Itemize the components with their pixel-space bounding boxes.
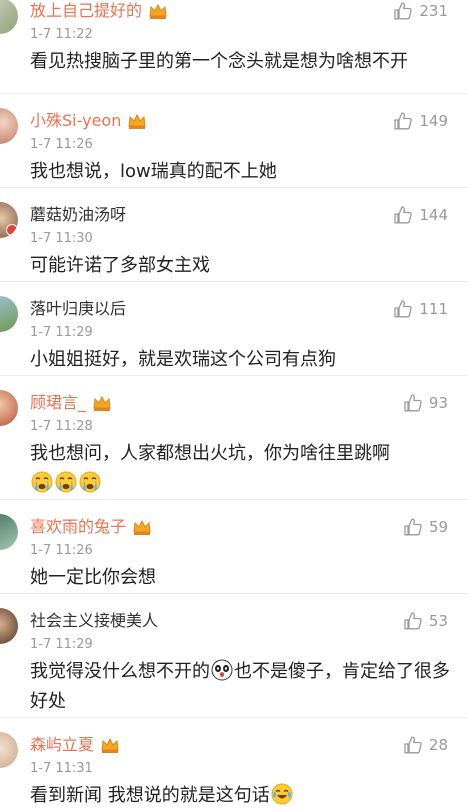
avatar[interactable]: [0, 0, 18, 34]
comment-author[interactable]: 喜欢雨的兔子: [30, 516, 126, 538]
like-count: 53: [428, 612, 448, 630]
like-button[interactable]: 28: [403, 733, 448, 757]
comment-item: 放上自己提好的 231 1-7 11:22 看见热搜脑子里的第一个念头就是想为啥…: [0, 0, 468, 94]
comment-item: 小殊Si-yeon 149 1-7 11:26 我也想说，low瑞真的配不上她: [0, 94, 468, 188]
thumbs-up-icon: [394, 112, 413, 130]
like-button[interactable]: 149: [393, 109, 448, 133]
vip-crown-icon: [133, 519, 151, 535]
comment-time: 1-7 11:22: [30, 27, 93, 42]
crying-emoji: [79, 471, 101, 493]
comment-text: 小姐姐挺好，就是欢瑞这个公司有点狗: [30, 349, 336, 370]
like-button[interactable]: 59: [403, 515, 448, 539]
comment-text: 我也想问，人家都想出火坑，你为啥往里跳啊: [30, 439, 450, 499]
avatar[interactable]: [0, 514, 18, 550]
comment-text-line: 我也想问，人家都想出火坑，你为啥往里跳啊: [30, 443, 390, 464]
comment-text-part: 看到新闻 我想说的就是这句话: [30, 785, 270, 806]
like-button[interactable]: 111: [393, 297, 448, 321]
comment-author[interactable]: 顾珺言_: [30, 392, 86, 414]
comment-author[interactable]: 落叶归庚以后: [30, 298, 126, 320]
comment-item: 蘑菇奶油汤呀 144 1-7 11:30 可能许诺了多部女主戏: [0, 188, 468, 282]
avatar[interactable]: [0, 108, 18, 144]
comment-time: 1-7 11:31: [30, 761, 93, 776]
like-button[interactable]: 231: [393, 0, 448, 23]
comment-text: 可能许诺了多部女主戏: [30, 255, 210, 276]
vip-crown-icon: [93, 395, 111, 411]
thumbs-up-icon: [394, 206, 413, 224]
comment-item: 森屿立夏 28 1-7 11:31 看到新闻 我想说的就是这句话: [0, 718, 468, 812]
comment-author[interactable]: 蘑菇奶油汤呀: [30, 204, 126, 226]
comment-list: 放上自己提好的 231 1-7 11:22 看见热搜脑子里的第一个念头就是想为啥…: [0, 0, 468, 812]
comment-time: 1-7 11:26: [30, 543, 93, 558]
comment-text: 她一定比你会想: [30, 567, 156, 588]
comment-author[interactable]: 森屿立夏: [30, 734, 94, 756]
like-count: 59: [428, 518, 448, 536]
comment-author[interactable]: 放上自己提好的: [30, 0, 142, 22]
comment-item: 喜欢雨的兔子 59 1-7 11:26 她一定比你会想: [0, 500, 468, 594]
vip-crown-icon: [149, 3, 167, 19]
like-button[interactable]: 144: [393, 203, 448, 227]
thumbs-up-icon: [404, 394, 422, 412]
comment-time: 1-7 11:28: [30, 419, 93, 434]
thumbs-up-icon: [404, 518, 422, 536]
like-count: 149: [419, 112, 448, 130]
tears-of-joy-emoji: [271, 783, 293, 805]
avatar[interactable]: [0, 608, 18, 644]
comment-author[interactable]: 小殊Si-yeon: [30, 110, 121, 132]
vip-crown-icon: [101, 737, 119, 753]
like-count: 144: [419, 206, 448, 224]
like-button[interactable]: 93: [403, 391, 448, 415]
comment-time: 1-7 11:29: [30, 637, 93, 652]
avatar[interactable]: [0, 390, 18, 426]
comment-text: 我也想说，low瑞真的配不上她: [30, 161, 277, 182]
comment-text-part: 我觉得没什么想不开的: [30, 661, 210, 682]
comment-item: 落叶归庚以后 111 1-7 11:29 小姐姐挺好，就是欢瑞这个公司有点狗: [0, 282, 468, 376]
comment-time: 1-7 11:30: [30, 231, 93, 246]
verified-badge-icon: [6, 224, 18, 236]
crying-emoji: [55, 471, 77, 493]
like-count: 111: [419, 300, 448, 318]
vip-crown-icon: [128, 113, 146, 129]
thumbs-up-icon: [394, 2, 413, 20]
comment-item: 社会主义接梗美人 53 1-7 11:29 我觉得没什么想不开的 也不是傻子，肯定…: [0, 594, 468, 718]
avatar[interactable]: [0, 202, 18, 238]
shocked-panda-emoji: [211, 659, 233, 681]
comment-time: 1-7 11:29: [30, 325, 93, 340]
comment-text: 看见热搜脑子里的第一个念头就是想为啥想不开: [30, 51, 408, 72]
like-count: 28: [428, 736, 448, 754]
thumbs-up-icon: [404, 736, 422, 754]
avatar[interactable]: [0, 296, 18, 332]
like-button[interactable]: 53: [403, 609, 448, 633]
crying-emoji: [31, 471, 53, 493]
comment-author[interactable]: 社会主义接梗美人: [30, 610, 158, 632]
comment-text: 我觉得没什么想不开的 也不是傻子，肯定给了很多好处: [30, 657, 450, 717]
avatar[interactable]: [0, 732, 18, 768]
thumbs-up-icon: [394, 300, 413, 318]
like-count: 93: [428, 394, 448, 412]
like-count: 231: [419, 2, 448, 20]
comment-item: 顾珺言_ 93 1-7 11:28 我也想问，人家都想出火坑，你为啥往里跳啊: [0, 376, 468, 500]
thumbs-up-icon: [404, 612, 422, 630]
comment-text: 看到新闻 我想说的就是这句话: [30, 781, 450, 811]
comment-time: 1-7 11:26: [30, 137, 93, 152]
